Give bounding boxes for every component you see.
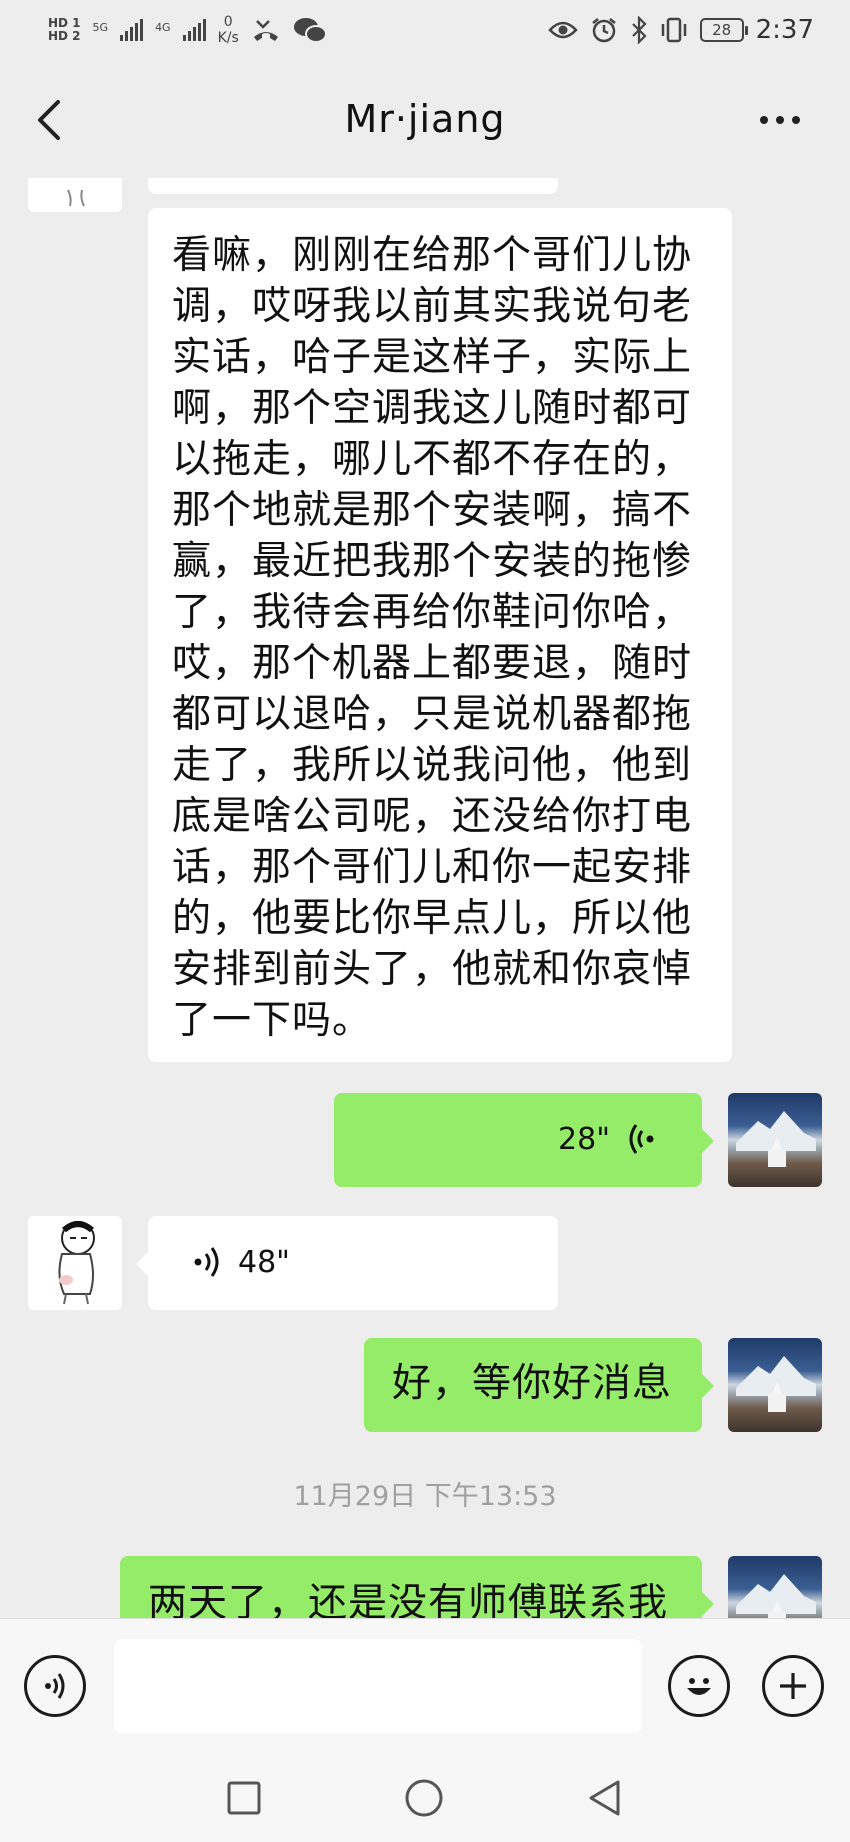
outgoing-text: 两天了，还是没有师傅联系我: [148, 1581, 669, 1618]
text-line: 安排到前头了，他就和你哀悼: [172, 947, 693, 992]
chevron-left-icon[interactable]: [30, 96, 70, 144]
text-line: 赢，最近把我那个安装的拖惨: [172, 539, 693, 584]
signal-4g-icon: [182, 19, 206, 41]
text-line: 看嘛，刚刚在给那个哥们儿协: [172, 233, 693, 278]
clock: 2:37: [755, 15, 814, 45]
triangle-back-icon[interactable]: [586, 1778, 622, 1818]
chat-header: Mr·jiang: [0, 60, 850, 178]
outgoing-text: 好，等你好消息: [392, 1361, 673, 1406]
text-line: 走了，我所以说我问他，他到: [172, 743, 693, 788]
sim-indicator: HD 1 HD 2: [48, 17, 81, 43]
message-list[interactable]: 看嘛，刚刚在给那个哥们儿协 调，哎呀我以前其实我说句老 实话，哈子是这样子，实际上啊…: [0, 178, 850, 1618]
network-4g-label: 4G: [155, 21, 171, 34]
network-speed: 0 K/s: [218, 14, 239, 46]
wechat-icon: [293, 18, 327, 43]
add-button[interactable]: [762, 1655, 824, 1717]
my-avatar[interactable]: [728, 1556, 822, 1618]
more-options-button[interactable]: [760, 100, 810, 140]
bluetooth-icon: [631, 16, 647, 44]
text-line: 都可以退哈，只是说机器都拖: [172, 692, 693, 737]
voice-wave-icon: [629, 1124, 654, 1154]
text-line: 了，我待会再给你鞋问你哈，: [172, 590, 693, 635]
message-input[interactable]: [114, 1639, 642, 1733]
text-line: 实话，哈子是这样子，实际上: [172, 335, 693, 380]
incoming-text-bubble[interactable]: 看嘛，刚刚在给那个哥们儿协 调，哎呀我以前其实我说句老 实话，哈子是这样子，实际上啊…: [148, 208, 732, 1062]
network-speed-value: 0: [223, 14, 233, 30]
outgoing-voice-row: 28": [558, 1121, 658, 1157]
alarm-icon: [591, 18, 616, 43]
my-avatar[interactable]: [728, 1338, 822, 1432]
circle-icon[interactable]: [404, 1778, 444, 1818]
text-line: 的，他要比你早点儿，所以他: [172, 896, 693, 941]
voice-input-icon: [45, 1673, 65, 1699]
my-avatar[interactable]: [728, 1093, 822, 1187]
incoming-text: 看嘛，刚刚在给那个哥们儿协 调，哎呀我以前其实我说句老 实话，哈子是这样子，实际上啊…: [172, 230, 708, 1046]
outgoing-voice-bubble[interactable]: 28": [334, 1093, 714, 1187]
text-line: 话，那个哥们儿和你一起安排: [172, 845, 693, 890]
input-bar: [0, 1618, 850, 1754]
outgoing-text-bubble-partial[interactable]: 两天了，还是没有师傅联系我: [120, 1556, 714, 1618]
message-timestamp: 11月29日 下午13:53: [293, 1481, 557, 1512]
status-bar-left: HD 1 HD 2 5G 4G 0 K/s: [48, 14, 327, 46]
text-line: 哎，那个机器上都要退，随时: [172, 641, 693, 686]
eye-icon: [547, 21, 578, 39]
outgoing-text-bubble[interactable]: 好，等你好消息: [364, 1338, 714, 1432]
text-line: 底是啥公司呢，还没给你打电: [172, 794, 693, 839]
plus-icon: [780, 1673, 806, 1699]
missed-call-icon: [253, 20, 278, 41]
chat-title: Mr·jiang: [344, 97, 506, 141]
message-bubble-partial[interactable]: [148, 178, 558, 194]
signal-5g-icon: [120, 19, 144, 41]
sim2-label: HD 2: [48, 29, 81, 43]
contact-avatar[interactable]: [28, 1216, 122, 1310]
voice-duration: 48": [238, 1244, 290, 1280]
text-line: 了一下吗。: [172, 998, 373, 1043]
more-dots-icon: [760, 116, 768, 124]
incoming-voice-bubble[interactable]: 48": [136, 1216, 558, 1310]
vibrate-icon: [661, 17, 686, 43]
status-bar: HD 1 HD 2 5G 4G 0 K/s 28 2:37: [0, 0, 850, 60]
square-icon[interactable]: [226, 1780, 262, 1816]
text-line: 啊，那个空调我这儿随时都可: [172, 386, 693, 431]
contact-avatar[interactable]: [28, 178, 122, 212]
text-line: 调，哎呀我以前其实我说句老: [172, 284, 693, 329]
text-line: 以拖走，哪儿不都不存在的，: [172, 437, 693, 482]
emoji-icon: [687, 1678, 711, 1695]
voice-input-button[interactable]: [24, 1655, 86, 1717]
voice-duration: 28": [558, 1121, 610, 1157]
emoji-button[interactable]: [668, 1655, 730, 1717]
system-navigation-bar: [0, 1754, 850, 1842]
battery-indicator: 28: [699, 18, 748, 42]
status-bar-right: 28 2:37: [547, 15, 814, 45]
voice-wave-icon: [194, 1247, 219, 1277]
text-line: 那个地就是那个安装啊，搞不: [172, 488, 693, 533]
incoming-voice-row: 48": [190, 1244, 290, 1280]
network-speed-unit: K/s: [217, 30, 239, 46]
network-5g-label: 5G: [92, 21, 109, 34]
